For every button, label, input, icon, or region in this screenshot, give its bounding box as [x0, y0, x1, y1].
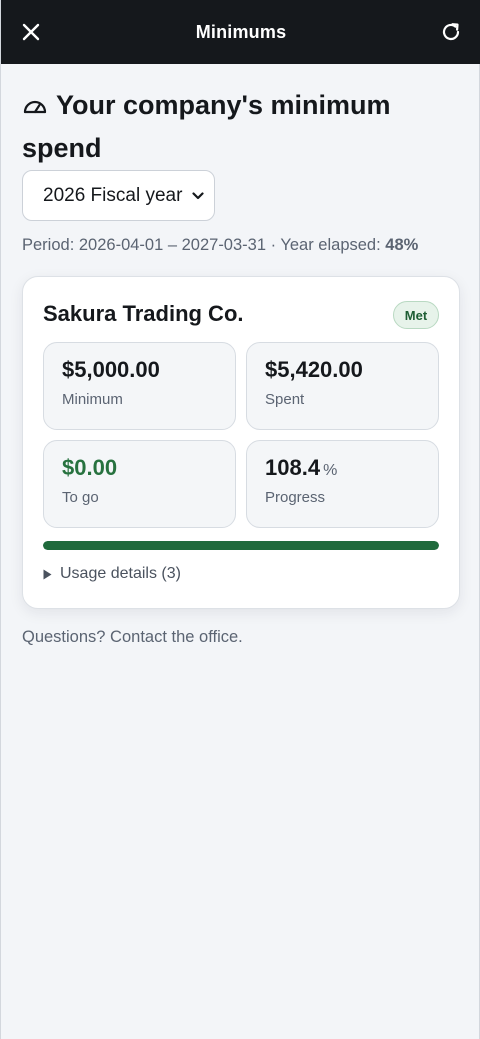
progress-bar-fill: [43, 541, 439, 550]
caret-right-icon: [43, 569, 52, 579]
top-bar: Minimums: [1, 0, 480, 64]
page-title: Minimums: [195, 21, 287, 42]
close-icon: [22, 23, 40, 41]
progress-bar: [43, 541, 439, 550]
status-badge: Met: [393, 301, 439, 329]
chevron-down-icon: [192, 192, 204, 200]
spent-label: Spent: [265, 391, 305, 408]
minimum-value: $5,000.00: [62, 357, 160, 382]
refresh-icon: [442, 23, 460, 41]
heading-text: Your company's minimum spend: [22, 90, 391, 163]
spent-stat: $5,420.00 Spent: [246, 342, 439, 430]
footer-text: Questions? Contact the office.: [22, 628, 243, 646]
section-heading: Your company's minimum spend: [22, 84, 462, 170]
spent-value: $5,420.00: [265, 357, 363, 382]
minimum-stat: $5,000.00 Minimum: [43, 342, 236, 430]
year-elapsed-value: 48%: [385, 236, 419, 254]
gauge-icon: [23, 100, 47, 114]
usage-details-label: Usage details (3): [60, 565, 181, 582]
usage-details-toggle[interactable]: Usage details (3): [43, 565, 181, 583]
company-minimum-card: Sakura Trading Co. Met $5,000.00 Minimum…: [22, 276, 460, 609]
refresh-button[interactable]: [435, 16, 467, 48]
fiscal-year-value: 2026 Fiscal year: [43, 184, 183, 206]
progress-unit: %: [323, 462, 338, 479]
to-go-value: $0.00: [62, 455, 118, 480]
app-frame: Minimums Your company's minimum spend 20…: [0, 0, 480, 1039]
progress-label: Progress: [265, 489, 326, 506]
progress-value-wrap: 108.4%: [265, 455, 438, 481]
to-go-label: To go: [62, 489, 99, 506]
to-go-stat: $0.00 To go: [43, 440, 236, 528]
minimum-label: Minimum: [62, 391, 123, 408]
close-button[interactable]: [15, 16, 47, 48]
progress-value: 108.4: [265, 455, 321, 480]
progress-stat: 108.4% Progress: [246, 440, 439, 528]
period-info: Period: 2026-04-01 – 2027-03-31 · Year e…: [22, 236, 462, 255]
period-text: Period: 2026-04-01 – 2027-03-31 · Year e…: [22, 236, 386, 254]
company-name: Sakura Trading Co.: [43, 301, 244, 326]
fiscal-year-select[interactable]: 2026 Fiscal year: [22, 170, 215, 221]
